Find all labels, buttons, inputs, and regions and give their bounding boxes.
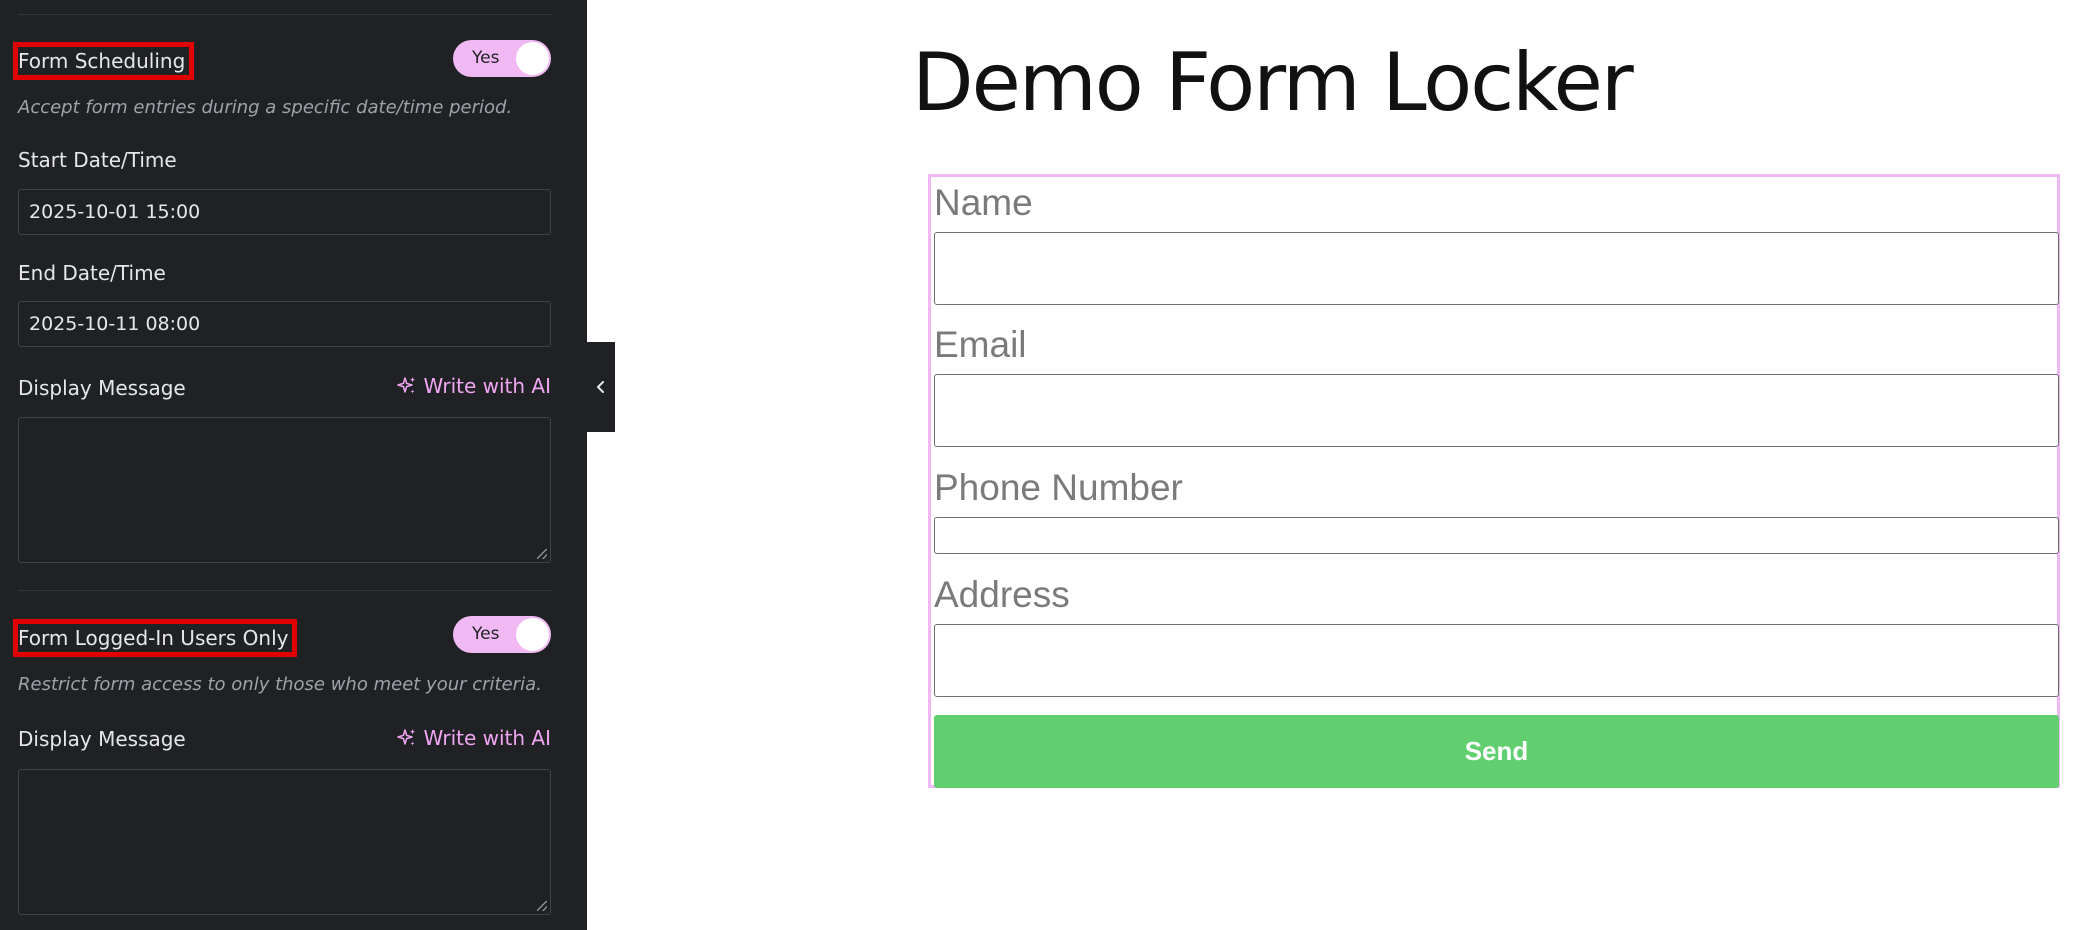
resize-handle-icon[interactable] [537, 901, 547, 911]
toggle-label: Yes [472, 624, 500, 644]
write-with-ai-label: Write with AI [423, 374, 551, 398]
settings-panel: Form Scheduling Yes Accept form entries … [0, 0, 587, 930]
page-title: Demo Form Locker [912, 36, 1634, 129]
send-button[interactable]: Send [934, 715, 2059, 788]
form-scheduling-label: Form Scheduling [12, 42, 195, 80]
collapse-panel-button[interactable] [587, 342, 615, 432]
form-scheduling-toggle[interactable]: Yes [453, 40, 551, 77]
demo-form: Name Email Phone Number Address Send [928, 174, 2060, 788]
form-scheduling-help: Accept form entries during a specific da… [18, 97, 513, 118]
scheduling-write-with-ai-button[interactable]: Write with AI [397, 374, 551, 398]
toggle-knob [516, 42, 549, 75]
end-datetime-label: End Date/Time [18, 261, 166, 285]
toggle-knob [516, 618, 549, 651]
form-logged-in-only-toggle[interactable]: Yes [453, 616, 551, 653]
address-label: Address [934, 574, 1070, 615]
toggle-label: Yes [472, 48, 500, 68]
divider [18, 14, 551, 15]
address-input[interactable] [934, 624, 2059, 697]
app: Form Scheduling Yes Accept form entries … [0, 0, 2078, 930]
divider [18, 590, 551, 591]
email-label: Email [934, 324, 1027, 365]
sparkle-icon [397, 377, 416, 394]
name-input[interactable] [934, 232, 2059, 305]
end-datetime-input[interactable]: 2025-10-11 08:00 [18, 301, 551, 347]
logged-in-display-message-label: Display Message [18, 727, 186, 751]
logged-in-write-with-ai-button[interactable]: Write with AI [397, 726, 551, 750]
scheduling-display-message-label: Display Message [18, 376, 186, 400]
sparkle-icon [397, 729, 416, 746]
email-input[interactable] [934, 374, 2059, 447]
write-with-ai-label: Write with AI [423, 726, 551, 750]
resize-handle-icon[interactable] [537, 549, 547, 559]
start-datetime-label: Start Date/Time [18, 148, 177, 172]
phone-number-input[interactable] [934, 517, 2059, 554]
chevron-left-icon [597, 381, 604, 393]
name-label: Name [934, 182, 1033, 223]
logged-in-display-message-textarea[interactable] [18, 769, 551, 915]
form-logged-in-only-help: Restrict form access to only those who m… [18, 674, 542, 695]
start-datetime-input[interactable]: 2025-10-01 15:00 [18, 189, 551, 235]
scheduling-display-message-textarea[interactable] [18, 417, 551, 563]
form-logged-in-only-label: Form Logged-In Users Only [12, 619, 298, 657]
phone-number-label: Phone Number [934, 467, 1183, 508]
